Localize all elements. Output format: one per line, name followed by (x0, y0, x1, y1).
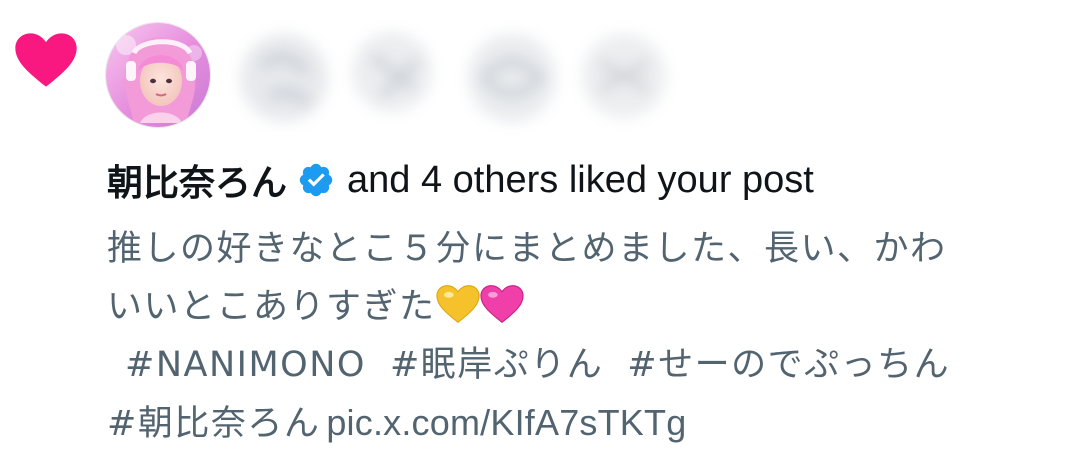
hashtag-link[interactable]: #眠岸ぷりん (390, 345, 603, 385)
notification-headline: 朝比奈ろん and 4 others liked your post (107, 154, 814, 206)
hashtag-link[interactable]: #朝比奈ろん (107, 404, 320, 444)
verified-badge-icon (299, 163, 333, 197)
liked-post-text[interactable]: 推しの好きなとこ５分にまとめました、長い、かわ いいとこありすぎた #NANIM… (107, 220, 1057, 452)
post-text-line: 推しの好きなとこ５分にまとめました、長い、かわ (107, 229, 947, 269)
hashtag-line: #NANIMONO #眠岸ぷりん #せーのでぷっちん (107, 336, 1057, 394)
other-likers-avatars (240, 32, 666, 122)
notification-action-text: and 4 others liked your post (347, 158, 814, 201)
hashtag-and-link-line: #朝比奈ろん pic.x.com/KIfA7sTKTg (107, 394, 1057, 452)
like-notification[interactable]: 朝比奈ろん and 4 others liked your post 推しの好き… (0, 0, 1081, 460)
user-name-link[interactable]: 朝比奈ろん (107, 154, 287, 206)
hashtag-link[interactable]: #せーのでぷっちん (627, 345, 950, 385)
heart-icon (15, 33, 77, 87)
media-link[interactable]: pic.x.com/KIfA7sTKTg (326, 402, 686, 443)
pink-heart-emoji-icon (479, 285, 524, 324)
yellow-heart-emoji-icon (435, 285, 480, 324)
post-text-fragment: いいとこありすぎた (107, 287, 436, 327)
hashtag-link[interactable]: #NANIMONO (125, 345, 366, 385)
avatar[interactable] (105, 22, 211, 128)
post-text-line-emoji: いいとこありすぎた (107, 278, 1057, 336)
